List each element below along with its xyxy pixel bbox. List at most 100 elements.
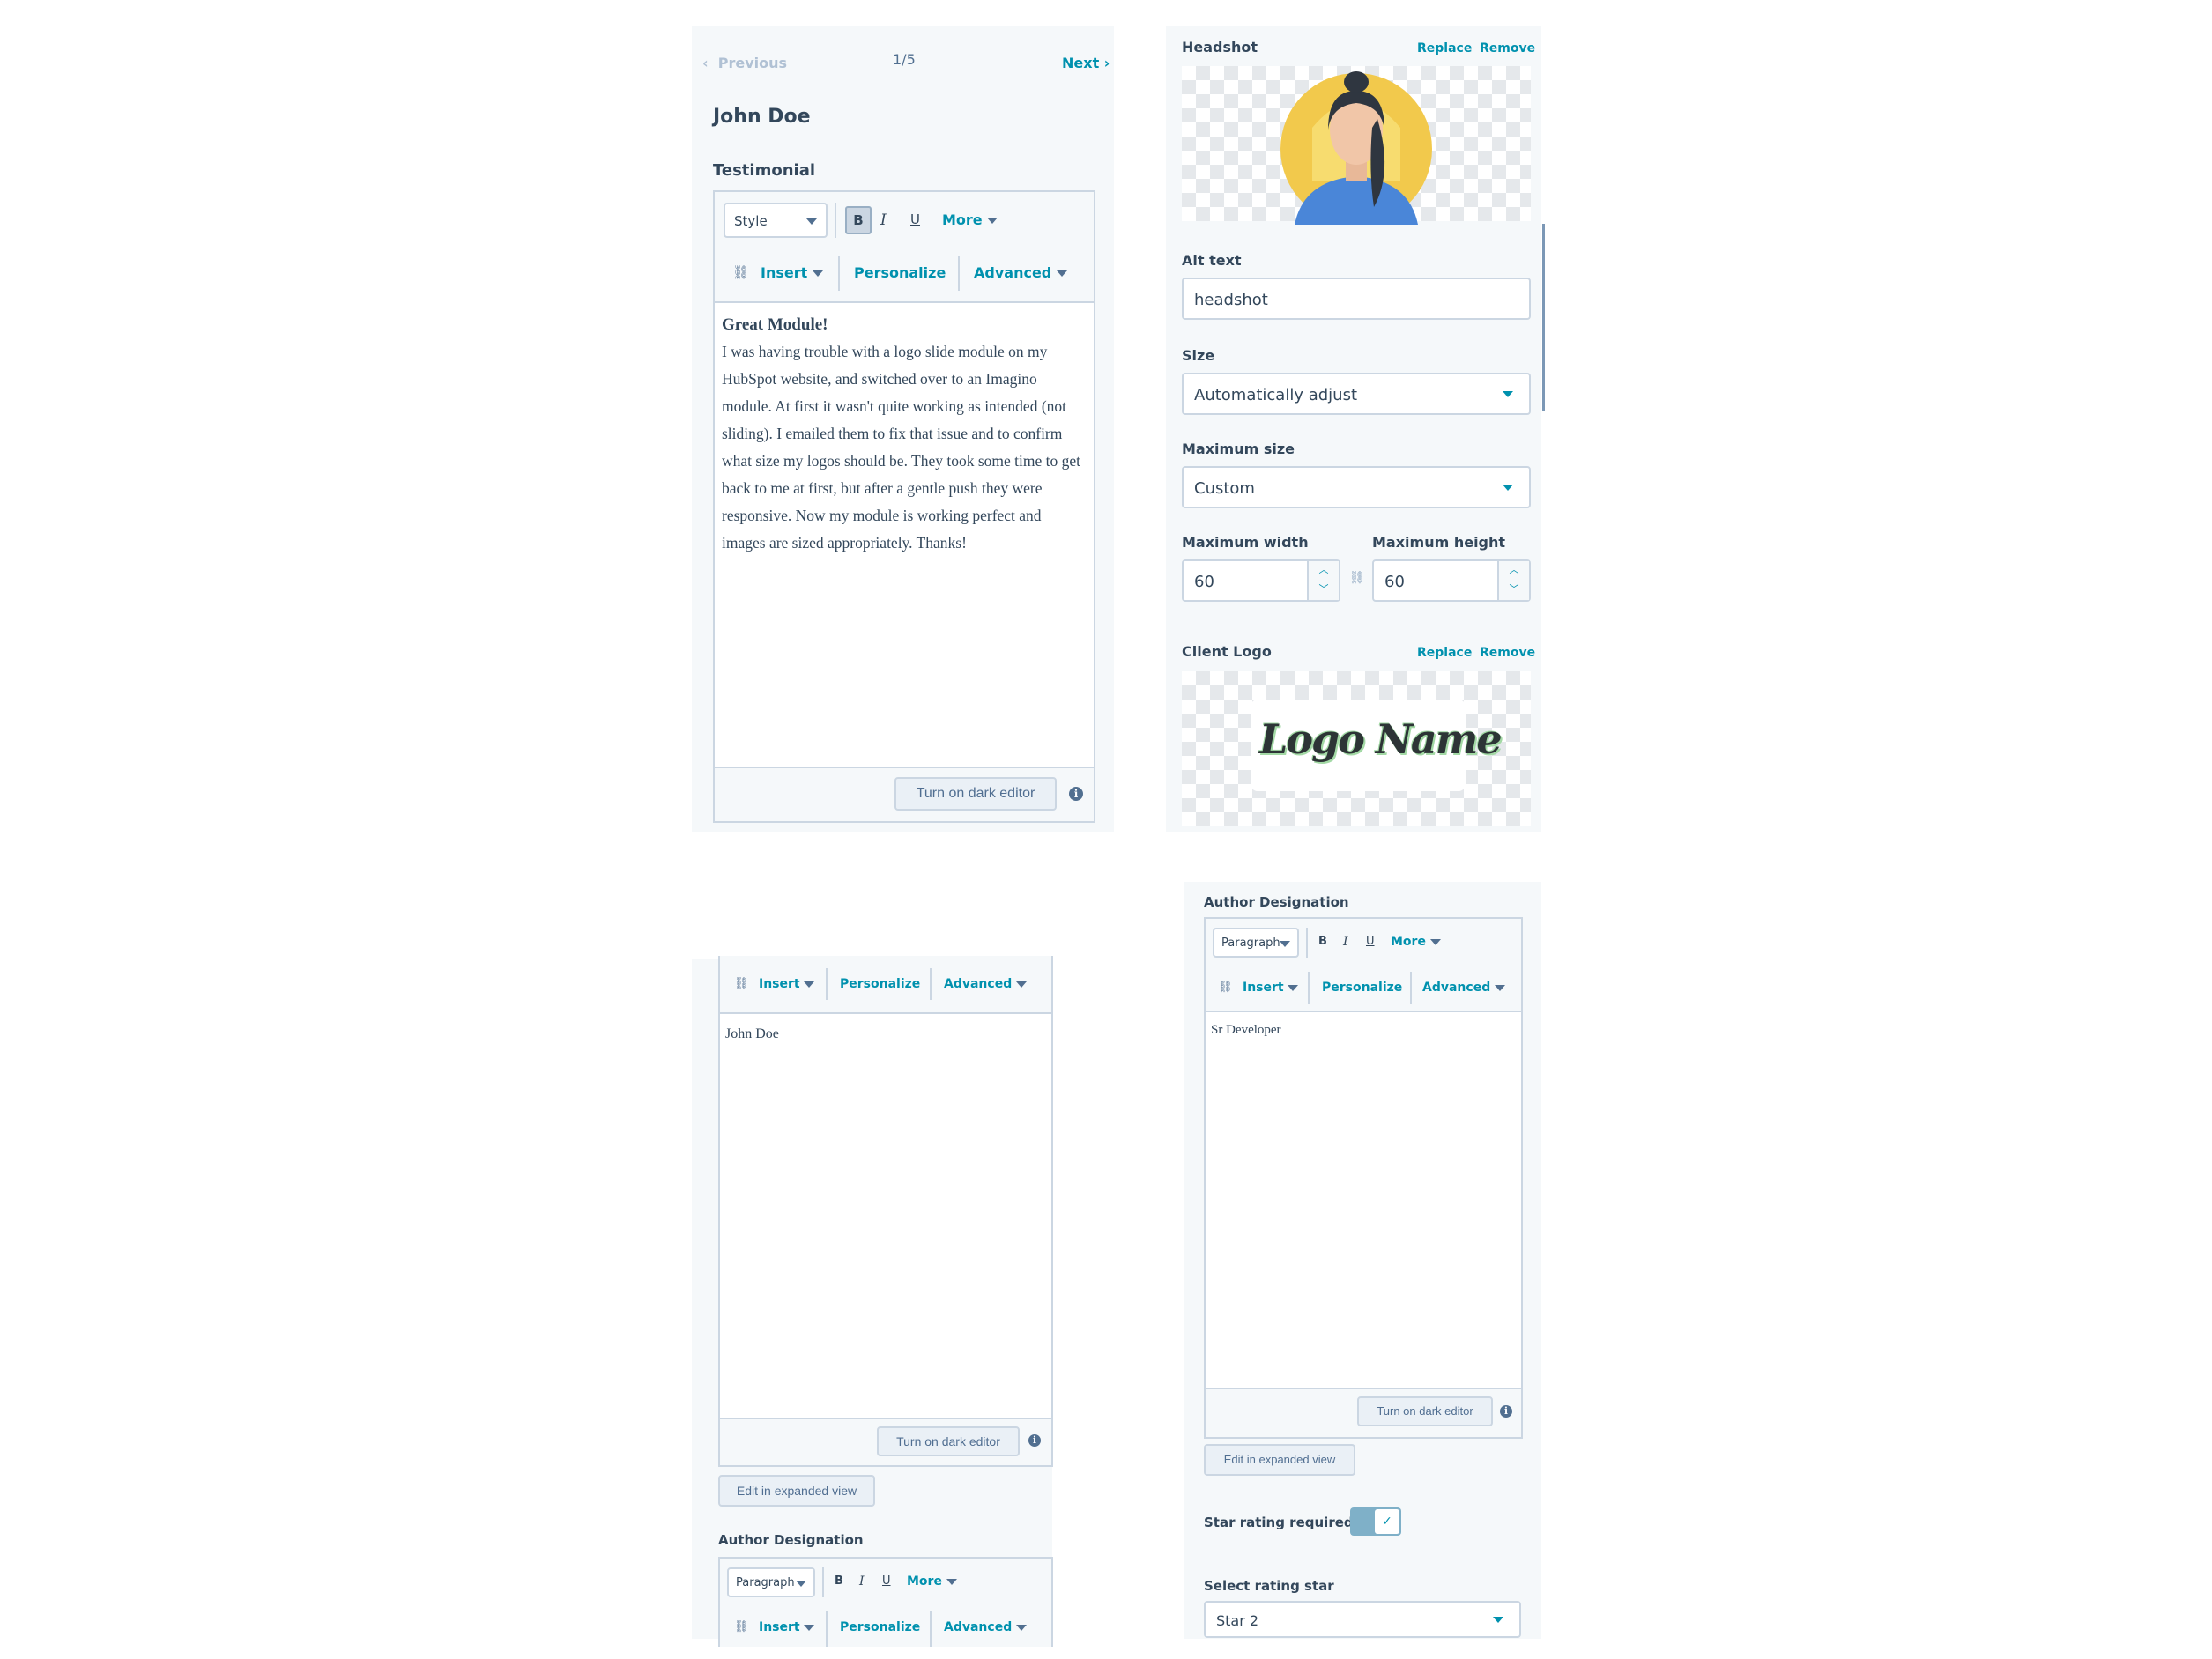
more-menu[interactable]: More — [907, 1574, 957, 1589]
paragraph-select[interactable]: Paragraph — [727, 1567, 815, 1597]
chevron-up-icon[interactable]: ︿ — [1499, 561, 1529, 581]
bold-button[interactable]: B — [835, 1574, 843, 1588]
insert-menu[interactable]: Insert — [1243, 981, 1299, 995]
expanded-view-button[interactable]: Edit in expanded view — [1204, 1444, 1355, 1476]
info-icon[interactable]: i — [1028, 1434, 1041, 1447]
insert-menu[interactable]: Insert — [759, 977, 815, 991]
advanced-menu[interactable]: Advanced — [944, 977, 1028, 991]
toolbar-divider — [838, 256, 840, 291]
paragraph-select[interactable]: Paragraph — [1213, 928, 1299, 958]
advanced-menu[interactable]: Advanced — [944, 1620, 1028, 1634]
star-rating-toggle[interactable]: ✓ — [1350, 1507, 1401, 1536]
client-logo-remove-link[interactable]: Remove — [1480, 646, 1535, 660]
chevron-down-icon — [1056, 270, 1067, 277]
italic-icon: I — [880, 211, 887, 229]
toolbar-divider — [835, 203, 836, 238]
next-button[interactable]: Next › — [1062, 55, 1110, 71]
insert-menu[interactable]: Insert — [759, 1620, 815, 1634]
link-icon[interactable]: ⛓ — [1218, 981, 1233, 994]
personalize-button[interactable]: Personalize — [840, 977, 920, 991]
editor-content[interactable]: Sr Developer — [1211, 1023, 1281, 1038]
bold-button[interactable]: B — [1318, 935, 1327, 948]
testimonial-panel: ‹ Previous 1/5 Next › John Doe Testimoni… — [692, 26, 1114, 832]
underline-icon: U — [882, 1574, 891, 1588]
italic-button[interactable]: I — [1343, 935, 1348, 949]
select-rating-star-label: Select rating star — [1204, 1578, 1334, 1594]
italic-icon: I — [1343, 935, 1348, 949]
dark-editor-button[interactable]: Turn on dark editor — [894, 777, 1057, 811]
more-menu[interactable]: More — [1391, 935, 1441, 949]
link-icon[interactable]: ⛓ — [734, 1620, 749, 1633]
item-title: John Doe — [713, 106, 811, 128]
chevron-down-icon — [1016, 1624, 1028, 1631]
italic-icon: I — [859, 1574, 865, 1589]
alt-text-label: Alt text — [1182, 252, 1242, 269]
headshot-remove-link[interactable]: Remove — [1480, 41, 1535, 56]
chevron-up-icon[interactable]: ︿ — [1309, 561, 1339, 581]
chevron-down-icon[interactable]: ﹀ — [1499, 581, 1529, 600]
editor-content[interactable]: Great Module! I was having trouble with … — [722, 312, 1085, 557]
author-designation-editor: Paragraph B I U More ⛓ Insert Personaliz… — [718, 1557, 1053, 1647]
bold-button[interactable]: B — [845, 206, 872, 234]
style-select-value: Style — [734, 213, 768, 229]
info-icon[interactable]: i — [1069, 787, 1083, 801]
maximum-width-input[interactable]: 60 ︿ ﹀ — [1182, 559, 1340, 602]
link-aspect-icon[interactable]: ⛓ — [1349, 571, 1365, 585]
rating-star-select[interactable]: Star 2 — [1204, 1601, 1521, 1638]
editor-toolbar: ⛓ Insert Personalize Advanced — [720, 956, 1051, 1014]
dark-editor-button[interactable]: Turn on dark editor — [1357, 1396, 1493, 1426]
panel-scrollbar[interactable] — [1542, 224, 1545, 411]
author-designation-label: Author Designation — [718, 1532, 864, 1548]
italic-button[interactable]: I — [880, 211, 887, 229]
more-menu[interactable]: More — [942, 211, 998, 228]
toolbar-divider — [826, 1611, 828, 1647]
expanded-view-button[interactable]: Edit in expanded view — [718, 1475, 875, 1507]
underline-button[interactable]: U — [910, 211, 920, 227]
style-select[interactable]: Style — [724, 203, 828, 238]
editor-toolbar: Paragraph B I U More ⛓ Insert Personaliz… — [1206, 919, 1521, 1012]
italic-button[interactable]: I — [859, 1574, 865, 1589]
editor-footer: Turn on dark editor i — [720, 1418, 1051, 1465]
insert-menu[interactable]: Insert — [761, 264, 823, 281]
check-icon: ✓ — [1382, 1515, 1392, 1529]
paragraph-select-value: Paragraph — [1221, 937, 1280, 950]
personalize-button[interactable]: Personalize — [1322, 981, 1402, 995]
author-designation-label: Author Designation — [1204, 894, 1349, 910]
maximum-size-select[interactable]: Custom — [1182, 466, 1531, 508]
advanced-label: Advanced — [974, 264, 1052, 281]
advanced-menu[interactable]: Advanced — [1422, 981, 1506, 995]
advanced-label: Advanced — [944, 1620, 1013, 1634]
advanced-menu[interactable]: Advanced — [974, 264, 1067, 281]
underline-button[interactable]: U — [882, 1574, 891, 1588]
testimonial-label: Testimonial — [713, 161, 816, 180]
dark-editor-button[interactable]: Turn on dark editor — [877, 1426, 1020, 1456]
size-label: Size — [1182, 347, 1215, 364]
width-stepper[interactable]: ︿ ﹀ — [1307, 561, 1339, 600]
alt-text-value: headshot — [1194, 291, 1268, 309]
personalize-button[interactable]: Personalize — [840, 1620, 920, 1634]
editor-content[interactable]: John Doe — [725, 1026, 779, 1042]
headshot-replace-link[interactable]: Replace — [1417, 41, 1472, 56]
chevron-down-icon[interactable]: ﹀ — [1309, 581, 1339, 600]
link-icon[interactable]: ⛓ — [734, 977, 749, 990]
maximum-height-input[interactable]: 60 ︿ ﹀ — [1372, 559, 1531, 602]
maximum-size-value: Custom — [1194, 479, 1255, 498]
insert-label: Insert — [759, 977, 800, 991]
editor-footer: Turn on dark editor i — [715, 767, 1094, 821]
link-icon[interactable]: ⛓ — [732, 264, 749, 280]
toolbar-divider — [822, 1567, 824, 1597]
more-label: More — [907, 1574, 942, 1589]
height-stepper[interactable]: ︿ ﹀ — [1497, 561, 1529, 600]
size-select[interactable]: Automatically adjust — [1182, 373, 1531, 415]
personalize-button[interactable]: Personalize — [854, 264, 946, 281]
info-icon[interactable]: i — [1500, 1405, 1512, 1418]
chevron-down-icon — [806, 218, 817, 225]
toolbar-divider — [826, 968, 828, 1000]
client-logo-replace-link[interactable]: Replace — [1417, 646, 1472, 660]
testimonial-body: I was having trouble with a logo slide m… — [722, 343, 1080, 552]
underline-button[interactable]: U — [1366, 935, 1375, 948]
alt-text-input[interactable]: headshot — [1182, 278, 1531, 320]
previous-button[interactable]: ‹ Previous — [702, 55, 787, 71]
insert-label: Insert — [761, 264, 808, 281]
toolbar-divider — [1308, 972, 1310, 1004]
